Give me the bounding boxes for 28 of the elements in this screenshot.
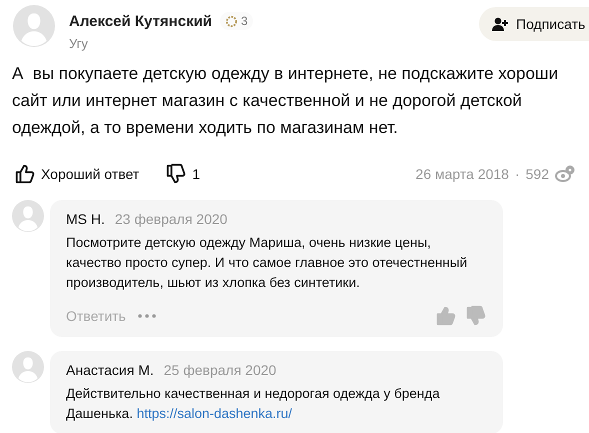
separator-dot: ·	[514, 166, 520, 182]
avatar-icon	[12, 200, 44, 232]
thumbs-down-icon[interactable]	[165, 163, 188, 185]
thumbs-up-icon[interactable]	[435, 305, 457, 327]
question-text: А вы покупаете детскую одежду в интернете, не подскажите хороши сайт или интернет магазин с качественной и не дорогой детской одеждой, а то времени ходить по магазинам нет.	[12, 63, 560, 139]
author-status: Угу	[69, 36, 89, 51]
comment-date: 25 февраля 2020	[164, 362, 276, 378]
laurel-icon	[225, 14, 238, 28]
thumbs-down-icon[interactable]	[465, 305, 487, 327]
commenter-name[interactable]: Анастасия М.	[66, 362, 154, 378]
subscribe-button[interactable]: Подписать	[479, 7, 589, 41]
more-icon[interactable]	[138, 314, 156, 318]
thumbs-up-icon[interactable]	[14, 163, 36, 185]
view-count: 592	[526, 166, 549, 182]
rating-value: 3	[241, 14, 248, 28]
question-date: 26 марта 2018	[416, 166, 509, 182]
author-name[interactable]: Алексей Кутянский	[69, 12, 212, 30]
commenter-name[interactable]: MS H.	[66, 211, 105, 227]
add-user-icon	[492, 17, 508, 31]
avatar-icon	[13, 5, 55, 47]
website-link[interactable]: https://salon-dashenka.ru/	[136, 406, 292, 421]
comment-text: Действительно качественная и недорогая одежда у бренда Дашенька. https://salon-dashenka.ru/	[66, 385, 441, 423]
comment-date: 23 февраля 2020	[114, 211, 228, 227]
eye-icon	[555, 165, 575, 183]
dislike-button[interactable]: 1	[165, 163, 200, 185]
avatar-icon	[12, 351, 44, 383]
good-answer-button[interactable]: Хороший ответ	[14, 163, 140, 185]
comment-text: Посмотрите детскую одежду Мариша, очень низкие цены, качество просто супер. И что самое главное это отечестненный производитель, шьют из хлопка без синтетики.	[66, 234, 468, 292]
